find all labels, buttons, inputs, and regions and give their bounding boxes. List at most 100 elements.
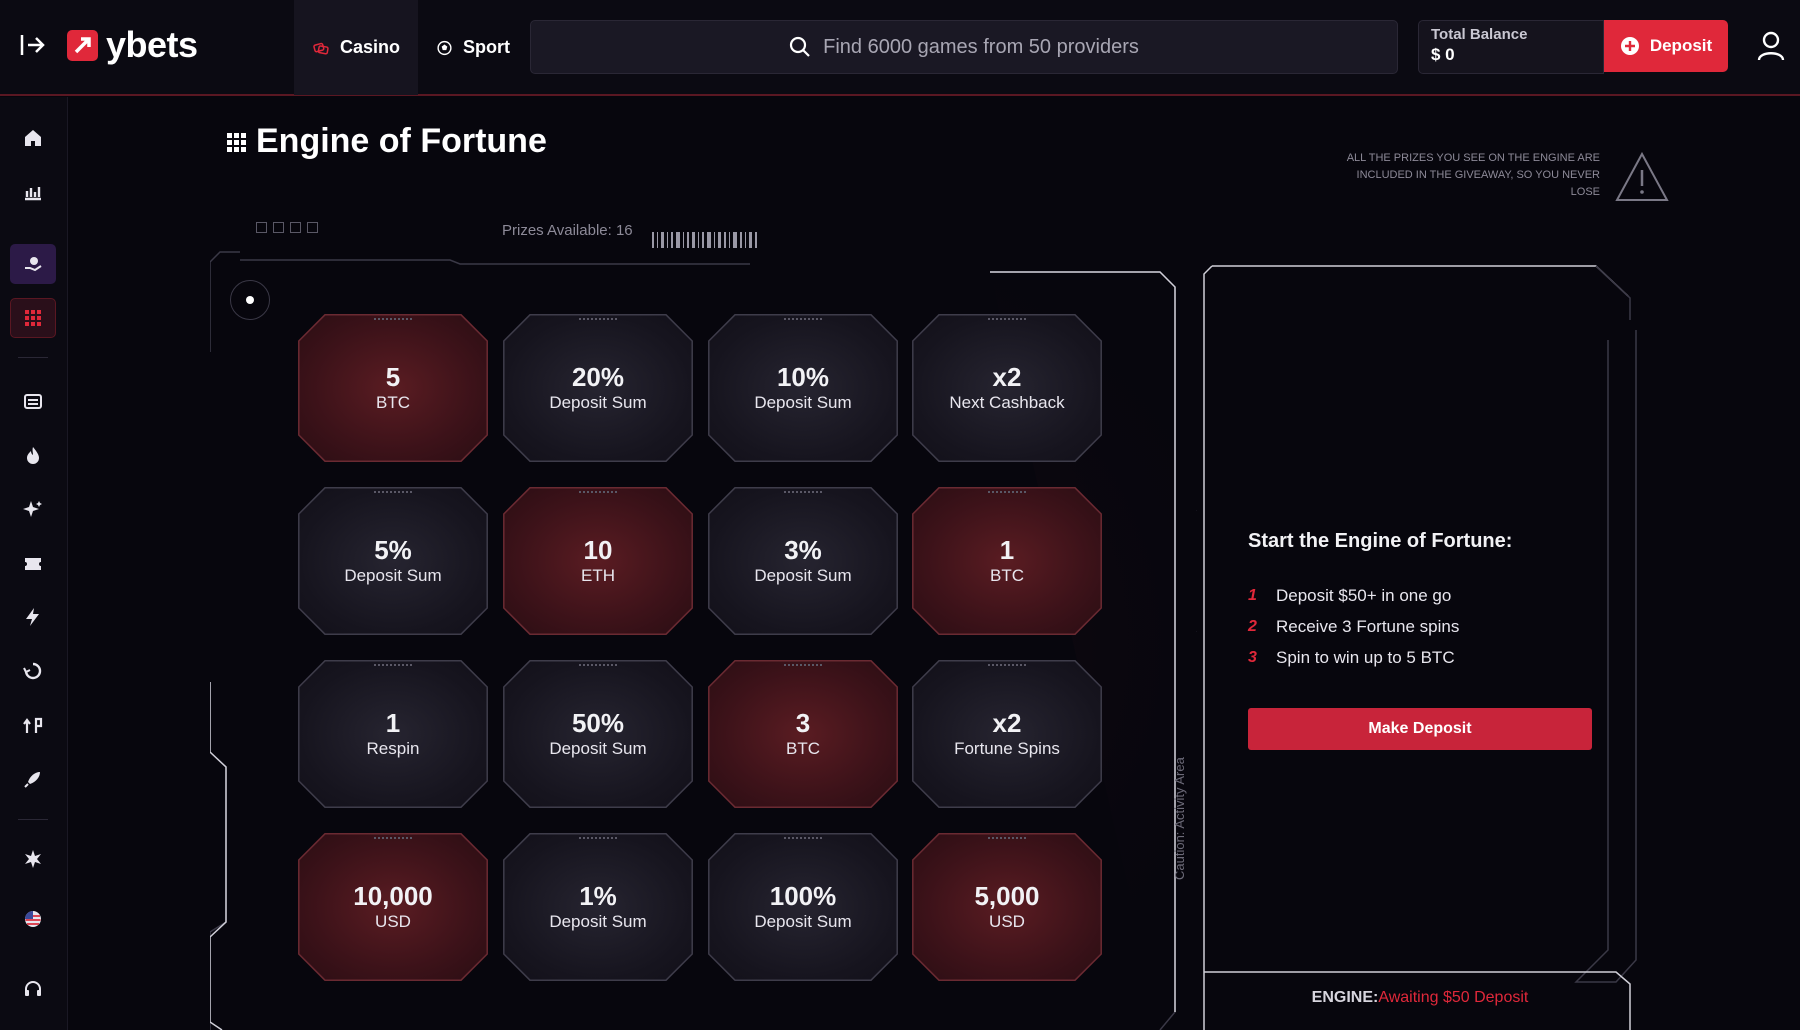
prize-tile: x2 Fortune Spins <box>912 660 1102 808</box>
prize-amount: 1 <box>385 708 401 738</box>
prize-amount: 20% <box>571 362 625 392</box>
prize-unit: Fortune Spins <box>954 739 1060 758</box>
prize-amount: 5 <box>385 362 401 392</box>
step-text: Deposit $50+ in one go <box>1276 586 1452 605</box>
prize-tile: 10,000 USD <box>298 833 488 981</box>
prize-tile: 1 Respin <box>298 660 488 808</box>
giveaway-notice: ALL THE PRIZES YOU SEE ON THE ENGINE ARE… <box>1346 152 1600 198</box>
fire-icon[interactable] <box>10 435 56 475</box>
soccer-ball-icon <box>437 40 452 55</box>
tile-notch <box>988 664 1026 667</box>
step-number: 2 <box>1248 618 1257 635</box>
collapse-sidebar-icon[interactable] <box>18 30 48 60</box>
slot-machine-icon[interactable] <box>10 381 56 421</box>
engine-status-label: ENGINE: <box>1311 989 1379 1006</box>
tile-notch <box>784 664 822 667</box>
step-item: 3 Spin to win up to 5 BTC <box>1248 648 1455 668</box>
prize-tile: 5,000 USD <box>912 833 1102 981</box>
prize-amount: 3 <box>795 708 811 738</box>
prize-amount: 3% <box>784 535 822 565</box>
spin-icon[interactable] <box>10 651 56 691</box>
prize-tile: 1 BTC <box>912 487 1102 635</box>
ticket-icon[interactable] <box>10 543 56 583</box>
caution-label: Caution: Activity Area <box>1172 757 1187 880</box>
tile-notch <box>784 491 822 494</box>
prize-tile: 3% Deposit Sum <box>708 487 898 635</box>
warning-triangle-icon <box>1615 151 1669 201</box>
prize-unit: Deposit Sum <box>344 566 442 585</box>
tile-notch <box>374 491 412 494</box>
home-icon[interactable] <box>10 118 56 158</box>
prize-amount: 1 <box>999 535 1015 565</box>
prize-tile: 20% Deposit Sum <box>503 314 693 462</box>
logo-mark-icon <box>67 29 98 61</box>
tab-casino[interactable]: Casino <box>294 0 418 95</box>
prize-amount: 100% <box>769 881 837 911</box>
stats-chart-icon[interactable] <box>10 172 56 212</box>
prize-unit: Deposit Sum <box>549 912 647 931</box>
search-input[interactable]: Find 6000 games from 50 providers <box>823 36 1139 59</box>
tab-casino-label: Casino <box>339 37 400 57</box>
panel-frame <box>1196 265 1637 1030</box>
prize-unit: Deposit Sum <box>549 739 647 758</box>
bonus-hand-icon[interactable] <box>10 244 56 284</box>
prize-amount: 10% <box>776 362 830 392</box>
prize-unit: Deposit Sum <box>754 912 852 931</box>
deposit-button-label: Deposit <box>1649 36 1713 55</box>
prize-tile: 5% Deposit Sum <box>298 487 488 635</box>
deposit-button[interactable]: Deposit <box>1604 20 1728 72</box>
page-title: Engine of Fortune <box>226 122 547 161</box>
promo-icon[interactable] <box>10 705 56 745</box>
tile-notch <box>988 491 1026 494</box>
panel-title: Start the Engine of Fortune: <box>1248 530 1513 552</box>
sparkle-icon[interactable] <box>10 489 56 529</box>
make-deposit-button[interactable]: Make Deposit <box>1248 708 1592 750</box>
prize-unit: Next Cashback <box>949 393 1065 412</box>
prize-tile: 50% Deposit Sum <box>503 660 693 808</box>
star-burst-icon[interactable] <box>10 839 56 879</box>
prize-amount: 50% <box>571 708 625 738</box>
support-headset-icon[interactable] <box>10 969 56 1009</box>
prize-unit: ETH <box>581 566 615 585</box>
balance-box[interactable]: Total Balance $ 0 <box>1418 20 1604 74</box>
tab-sport[interactable]: Sport <box>418 0 528 95</box>
prize-amount: x2 <box>992 708 1022 738</box>
tile-notch <box>784 837 822 840</box>
step-item: 1 Deposit $50+ in one go <box>1248 586 1451 606</box>
prize-amount: x2 <box>992 362 1022 392</box>
step-text: Receive 3 Fortune spins <box>1276 617 1460 636</box>
tile-notch <box>374 318 412 321</box>
engine-status: ENGINE: Awaiting $50 Deposit <box>1210 966 1630 1030</box>
prize-unit: BTC <box>376 393 410 412</box>
tile-notch <box>579 837 617 840</box>
prize-tile: 10 ETH <box>503 487 693 635</box>
tile-notch <box>374 837 412 840</box>
rocket-icon[interactable] <box>10 759 56 799</box>
engine-status-value: Awaiting $50 Deposit <box>1378 989 1529 1006</box>
prize-tile: 100% Deposit Sum <box>708 833 898 981</box>
search-bar[interactable]: Find 6000 games from 50 providers <box>530 20 1398 74</box>
tab-sport-label: Sport <box>463 37 510 57</box>
balance-value: $ 0 <box>1431 45 1455 64</box>
board-indicator-squares <box>256 222 318 233</box>
search-icon <box>790 36 810 57</box>
prize-amount: 10,000 <box>353 881 433 911</box>
tile-notch <box>579 318 617 321</box>
prize-unit: Respin <box>366 739 420 758</box>
sidebar <box>0 97 68 1030</box>
barcode-icon <box>652 232 757 248</box>
prize-amount: 1% <box>579 881 617 911</box>
grid-apps-icon[interactable] <box>10 298 56 338</box>
user-profile-icon[interactable] <box>1756 30 1786 62</box>
prize-unit: BTC <box>990 566 1024 585</box>
prize-amount: 5,000 <box>974 881 1040 911</box>
plus-circle-icon <box>1620 37 1639 55</box>
logo-text: ybets <box>106 24 198 65</box>
prize-amount: 10 <box>583 535 613 565</box>
us-flag-icon[interactable] <box>10 899 56 939</box>
logo[interactable]: ybets <box>67 24 198 66</box>
lightning-icon[interactable] <box>10 597 56 637</box>
balance-label: Total Balance <box>1431 26 1528 43</box>
step-text: Spin to win up to 5 BTC <box>1276 648 1455 667</box>
casino-chips-icon <box>313 42 329 54</box>
